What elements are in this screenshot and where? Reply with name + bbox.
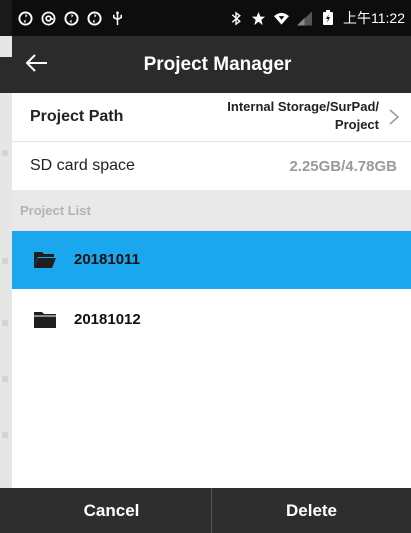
edge-dot (2, 376, 8, 382)
background-edge (0, 0, 12, 533)
sync-icon (18, 10, 33, 26)
delete-button[interactable]: Delete (212, 488, 411, 533)
chevron-right-icon (387, 107, 401, 127)
status-bar: 上午11:22 (12, 0, 411, 36)
project-path-row[interactable]: Project Path Internal Storage/SurPad/ Pr… (12, 93, 411, 142)
project-path-value: Internal Storage/SurPad/ Project (227, 98, 379, 134)
page-title: Project Manager (143, 53, 292, 75)
title-bar: Project Manager (12, 36, 411, 93)
project-path-value-line2: Project (334, 117, 379, 132)
arrow-left-icon (25, 53, 49, 78)
list-item[interactable]: 20181012 (12, 291, 411, 349)
project-list-header: Project List (12, 190, 411, 231)
battery-icon (320, 10, 335, 26)
back-button[interactable] (22, 50, 52, 80)
cancel-button[interactable]: Cancel (12, 488, 211, 533)
sd-card-row: SD card space 2.25GB/4.78GB (12, 142, 411, 190)
list-item[interactable]: 20181011 (12, 231, 411, 289)
bottom-action-bar: Cancel Delete (12, 488, 411, 533)
project-path-value-line1: Internal Storage/SurPad/ (227, 99, 379, 114)
project-name: 20181012 (74, 311, 141, 328)
edge-dark-title (0, 57, 12, 93)
clock: 上午11:22 (343, 10, 405, 26)
star-icon (251, 11, 266, 26)
project-list-header-label: Project List (20, 203, 91, 218)
edge-dot (2, 258, 8, 264)
usb-icon (110, 10, 125, 26)
sd-card-value: 2.25GB/4.78GB (289, 158, 397, 175)
edge-dot (2, 432, 8, 438)
sd-card-label: SD card space (30, 157, 135, 174)
project-path-label: Project Path (30, 108, 124, 125)
project-name: 20181011 (74, 251, 140, 268)
edge-dot (2, 150, 8, 156)
sync-icon (64, 10, 79, 26)
signal-icon (297, 10, 312, 26)
wifi-icon (274, 11, 289, 26)
phone-screen: 上午11:22 Project Manager Project Path Int… (12, 0, 411, 533)
edge-dot (2, 320, 8, 326)
sync-icon (87, 10, 102, 26)
bluetooth-icon (228, 10, 243, 26)
folder-open-icon (34, 251, 56, 269)
at-icon (41, 11, 56, 26)
edge-dark-top (0, 0, 12, 36)
edge-dark-bottom (0, 488, 12, 533)
folder-icon (34, 311, 56, 329)
